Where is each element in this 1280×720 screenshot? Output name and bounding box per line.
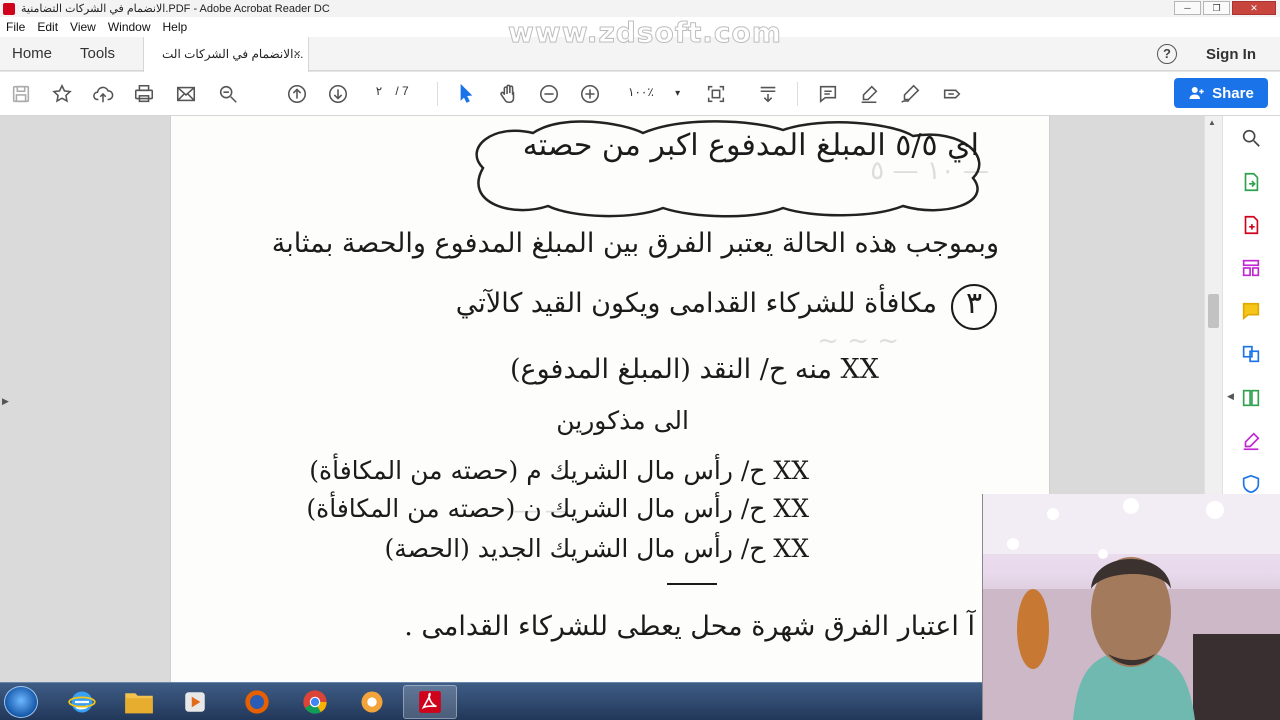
save-icon[interactable]: [9, 82, 33, 106]
menu-help[interactable]: Help: [163, 20, 188, 34]
chrome-icon[interactable]: [288, 685, 342, 719]
tab-tools[interactable]: Tools: [80, 45, 115, 62]
start-button-icon[interactable]: [4, 686, 38, 718]
bookmark-star-icon[interactable]: [50, 82, 74, 106]
comment-icon[interactable]: [816, 82, 840, 106]
fill-sign-icon[interactable]: [940, 82, 964, 106]
search-icon[interactable]: [1239, 126, 1263, 150]
print-icon[interactable]: [132, 82, 156, 106]
tab-document-label: الانضمام في الشركات الت...: [162, 47, 304, 61]
firefox-icon[interactable]: [230, 685, 284, 719]
internet-explorer-icon[interactable]: [55, 685, 109, 719]
body-line: مكافأة للشركاء القدامى ويكون القيد كالآت…: [455, 288, 937, 319]
body-line: ب آ اعتبار الفرق شهرة محل يعطى للشركاء ا…: [404, 611, 1009, 642]
tab-bar: Home Tools الانضمام في الشركات الت... × …: [0, 37, 1280, 72]
heading-line: اي ٥/٥ المبلغ المدفوع اكبر من حصته: [522, 128, 979, 163]
journal-credit-line: XX ح/ رأس مال الشريك م (حصته من المكافأة…: [309, 456, 809, 485]
share-label: Share: [1212, 84, 1254, 102]
tab-home[interactable]: Home: [12, 45, 52, 62]
select-cursor-icon[interactable]: [454, 82, 478, 106]
toolbar-divider: [797, 82, 798, 106]
sign-in-link[interactable]: Sign In: [1206, 46, 1256, 63]
left-panel-toggle-icon[interactable]: ▶: [2, 396, 9, 407]
menu-window[interactable]: Window: [108, 20, 151, 34]
acrobat-app-icon: [3, 2, 15, 15]
journal-debit-line: XX منه ح/ النقد (المبلغ المدفوع): [509, 354, 879, 385]
numbered-circle: ٣: [951, 284, 997, 330]
separator-line: [667, 583, 717, 585]
menu-bar: File Edit View Window Help: [0, 17, 1280, 37]
page-up-icon[interactable]: [285, 82, 309, 106]
combine-files-icon[interactable]: [1239, 342, 1263, 366]
body-line: وبموجب هذه الحالة يعتبر الفرق بين المبلغ…: [271, 228, 999, 259]
page-current-input[interactable]: ٢: [366, 84, 392, 98]
menu-view[interactable]: View: [70, 20, 96, 34]
menu-file[interactable]: File: [6, 20, 25, 34]
minimize-button[interactable]: ─: [1174, 1, 1201, 15]
window-title: الانضمام في الشركات التضامنية.PDF - Adob…: [21, 3, 330, 15]
scroll-mode-icon[interactable]: [756, 82, 780, 106]
comment-tool-icon[interactable]: [1239, 299, 1263, 323]
tab-document[interactable]: الانضمام في الشركات الت... ×: [143, 37, 309, 72]
webcam-overlay: [982, 494, 1280, 720]
close-window-button[interactable]: ✕: [1232, 1, 1276, 15]
journal-credit-line: XX ح/ رأس مال الشريك ن (حصته من المكافأة…: [306, 494, 809, 523]
journal-credit-line: XX ح/ رأس مال الشريك الجديد (الحصة): [384, 534, 809, 563]
zoom-value: ١٠٠٪: [628, 85, 654, 99]
pdf-page: — ١٠ — ٥ ~ ~ ~ — — اي ٥/٥ المبلغ المدفوع…: [170, 116, 1050, 682]
media-player-icon[interactable]: [168, 685, 222, 719]
fill-and-sign-icon[interactable]: [1239, 429, 1263, 453]
acrobat-taskbar-icon[interactable]: [403, 685, 457, 719]
main-toolbar: ٢ / 7 ١٠٠٪ ▾ Share: [0, 72, 1280, 116]
collapse-panel-icon[interactable]: ◀: [1227, 391, 1234, 402]
menu-edit[interactable]: Edit: [37, 20, 58, 34]
zoom-dropdown-icon: ▾: [675, 88, 681, 99]
scroll-thumb[interactable]: [1208, 294, 1219, 328]
upload-cloud-icon[interactable]: [91, 82, 115, 106]
webcam-video-frame: [983, 494, 1280, 720]
highlight-pen-icon[interactable]: [857, 82, 881, 106]
page-down-icon[interactable]: [326, 82, 350, 106]
zoom-out-icon[interactable]: [537, 82, 561, 106]
zoom-in-icon[interactable]: [578, 82, 602, 106]
help-icon[interactable]: ?: [1157, 44, 1177, 64]
create-pdf-icon[interactable]: [1239, 213, 1263, 237]
search-zoom-icon[interactable]: [216, 82, 240, 106]
protect-shield-icon[interactable]: [1239, 472, 1263, 496]
page-fit-icon[interactable]: [704, 82, 728, 106]
settings-gear-icon[interactable]: [345, 685, 399, 719]
export-pdf-icon[interactable]: [1239, 170, 1263, 194]
file-explorer-icon[interactable]: [112, 685, 166, 719]
bleed-through-text: ~ ~ ~: [817, 326, 899, 356]
email-icon[interactable]: [174, 82, 198, 106]
window-titlebar: الانضمام في الشركات التضامنية.PDF - Adob…: [0, 0, 1280, 17]
scroll-up-icon[interactable]: ▲: [1208, 118, 1216, 127]
organize-pages-icon[interactable]: [1239, 256, 1263, 280]
tab-close-button[interactable]: ×: [293, 46, 301, 61]
journal-to-line: الى مذكورين: [556, 406, 689, 435]
share-button[interactable]: Share: [1174, 78, 1268, 108]
maximize-button[interactable]: ❐: [1203, 1, 1230, 15]
add-person-icon: [1189, 87, 1204, 99]
zoom-select[interactable]: ١٠٠٪ ▾: [628, 85, 680, 99]
page-total: / 7: [395, 84, 409, 98]
draw-signature-icon[interactable]: [898, 82, 922, 106]
hand-tool-icon[interactable]: [496, 82, 520, 106]
compare-files-icon[interactable]: [1239, 386, 1263, 410]
toolbar-divider: [437, 82, 438, 106]
page-number-box[interactable]: ٢ / 7: [366, 84, 409, 98]
